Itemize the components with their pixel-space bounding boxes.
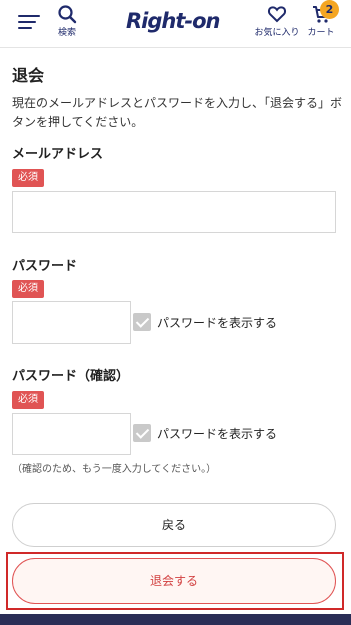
back-button[interactable]: 戻る [12,503,336,547]
show-password-confirm-label: パスワードを表示する [157,427,278,441]
password-confirm-note: （確認のため、もう一度入力してください。） [12,464,217,475]
site-logo[interactable]: Right-on [126,9,220,33]
site-header: 検索 Right-on お気に入り カート 2 [0,0,351,48]
show-password-confirm-checkbox[interactable] [133,424,151,442]
search-icon [58,5,77,24]
password-required-badge: 必須 [12,280,44,298]
password-label: パスワード [12,259,78,274]
cart-label: カート [307,28,335,38]
footer-bar [0,614,351,625]
favorites-button[interactable]: お気に入り [252,4,302,38]
password-confirm-field[interactable] [12,413,131,455]
email-required-badge: 必須 [12,169,44,187]
heart-icon [267,6,287,23]
show-password-checkbox[interactable] [133,313,151,331]
search-button[interactable]: 検索 [52,4,82,38]
email-label: メールアドレス [12,147,104,162]
cart-count-badge: 2 [320,0,339,19]
password-confirm-label: パスワード（確認） [12,369,130,384]
search-label: 検索 [57,28,76,38]
page-title: 退会 [12,66,45,85]
show-password-label: パスワードを表示する [157,316,278,330]
withdraw-button[interactable]: 退会する [12,558,336,604]
hamburger-menu-icon[interactable] [18,12,42,32]
page-description: 現在のメールアドレスとパスワードを入力し、「退会する」ボタンを押してください。 [12,96,343,129]
favorites-label: お気に入り [254,28,300,38]
email-field[interactable] [12,191,336,233]
password-confirm-required-badge: 必須 [12,391,44,409]
password-field[interactable] [12,301,131,344]
